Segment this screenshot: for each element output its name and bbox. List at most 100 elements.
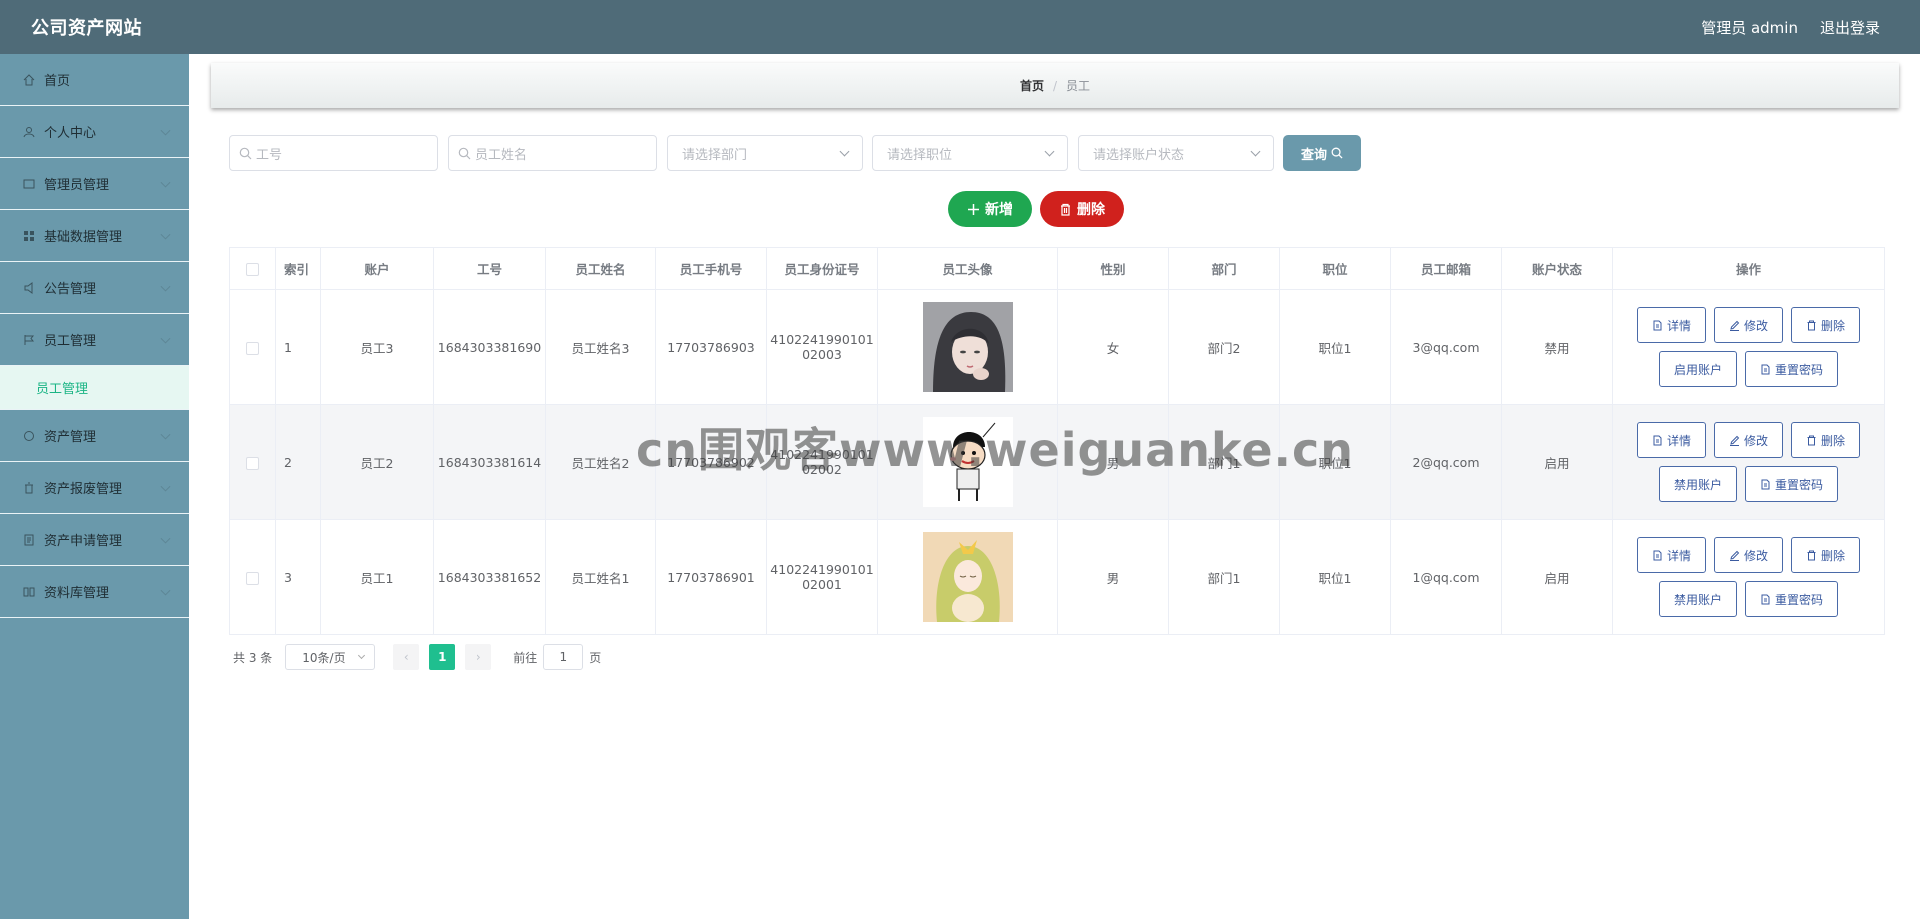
sidebar-item-asset-apply[interactable]: 资产申请管理 bbox=[0, 514, 189, 566]
sidebar-item-assets[interactable]: 资产管理 bbox=[0, 410, 189, 462]
logout-link[interactable]: 退出登录 bbox=[1820, 17, 1880, 38]
cell-account-status: 禁用 bbox=[1501, 289, 1613, 405]
cell-index: 2 bbox=[275, 404, 321, 520]
cell-gender: 男 bbox=[1057, 519, 1169, 635]
sidebar-item-profile[interactable]: 个人中心 bbox=[0, 106, 189, 158]
trash-icon bbox=[1807, 320, 1816, 330]
table-row: 3 员工1 1684303381652 员工姓名1 17703786901 41… bbox=[229, 519, 1885, 635]
sidebar-item-staff[interactable]: 员工管理 bbox=[0, 314, 189, 366]
cell-account-status: 启用 bbox=[1501, 404, 1613, 520]
page-size-select[interactable]: 10条/页 bbox=[285, 644, 376, 670]
edit-button[interactable]: 修改 bbox=[1713, 307, 1783, 343]
page-number-current[interactable]: 1 bbox=[429, 644, 456, 670]
toggle-account-button[interactable]: 禁用账户 bbox=[1658, 466, 1737, 502]
reset-password-button[interactable]: 重置密码 bbox=[1745, 581, 1839, 617]
cell-staff-name: 员工姓名3 bbox=[545, 289, 656, 405]
avatar[interactable] bbox=[922, 417, 1013, 507]
row-checkbox[interactable] bbox=[246, 571, 259, 585]
chevron-down-icon bbox=[160, 429, 171, 440]
add-label: 新增 bbox=[985, 202, 1013, 218]
sidebar-item-admin[interactable]: 管理员管理 bbox=[0, 158, 189, 210]
avatar[interactable] bbox=[922, 532, 1013, 622]
reset-password-label: 重置密码 bbox=[1775, 362, 1824, 377]
sidebar-item-library[interactable]: 资料库管理 bbox=[0, 566, 189, 618]
staff-icon bbox=[22, 333, 36, 347]
add-button[interactable]: 新增 bbox=[948, 191, 1032, 227]
staff-name-input[interactable]: 员工姓名 bbox=[448, 135, 657, 171]
sidebar-item-label: 基础数据管理 bbox=[44, 230, 123, 245]
prev-page-button[interactable]: ‹ bbox=[393, 644, 420, 670]
toggle-account-button[interactable]: 启用账户 bbox=[1658, 351, 1737, 387]
row-checkbox[interactable] bbox=[246, 456, 259, 470]
chevron-down-icon bbox=[160, 281, 171, 292]
library-icon bbox=[22, 585, 36, 599]
detail-button[interactable]: 详情 bbox=[1636, 422, 1706, 458]
delete-button[interactable]: 删除 bbox=[1791, 307, 1861, 343]
cell-department: 部门1 bbox=[1168, 519, 1280, 635]
column-header: 操作 bbox=[1612, 247, 1885, 290]
sidebar-item-basic-data[interactable]: 基础数据管理 bbox=[0, 210, 189, 262]
column-header: 性别 bbox=[1057, 247, 1169, 290]
department-select[interactable]: 请选择部门 bbox=[667, 135, 863, 171]
chevron-down-icon bbox=[160, 585, 171, 596]
reset-password-button[interactable]: 重置密码 bbox=[1745, 351, 1839, 387]
detail-label: 详情 bbox=[1666, 318, 1691, 333]
column-header: 工号 bbox=[433, 247, 546, 290]
toggle-account-label: 启用账户 bbox=[1673, 362, 1722, 377]
next-page-button[interactable]: › bbox=[465, 644, 492, 670]
sidebar: 首页 个人中心 管理员管理 基础数据管理 公告管理 员工管理 员工管理 资产管理… bbox=[0, 54, 189, 919]
edit-button[interactable]: 修改 bbox=[1713, 537, 1783, 573]
cell-id-number: 4102241990101 02002 bbox=[766, 404, 878, 520]
cell-email: 3@qq.com bbox=[1390, 289, 1502, 405]
detail-button[interactable]: 详情 bbox=[1636, 537, 1706, 573]
column-header: 部门 bbox=[1168, 247, 1280, 290]
position-placeholder: 请选择职位 bbox=[887, 147, 953, 163]
staff-table: 索引 账户 工号 员工姓名 员工手机号 员工身份证号 员工头像 性别 部门 职位… bbox=[229, 247, 1885, 635]
chevron-down-icon bbox=[358, 651, 366, 660]
row-checkbox[interactable] bbox=[246, 341, 259, 355]
breadcrumb-home[interactable]: 首页 bbox=[1020, 77, 1044, 94]
avatar[interactable] bbox=[922, 302, 1013, 392]
batch-delete-button[interactable]: 删除 bbox=[1040, 191, 1124, 227]
cell-gender: 男 bbox=[1057, 404, 1169, 520]
detail-button[interactable]: 详情 bbox=[1636, 307, 1706, 343]
document-icon bbox=[1761, 594, 1770, 604]
goto-page-input[interactable] bbox=[543, 644, 584, 670]
cell-department: 部门2 bbox=[1168, 289, 1280, 405]
sidebar-item-label: 首页 bbox=[44, 74, 71, 89]
cell-department: 部门1 bbox=[1168, 404, 1280, 520]
sidebar-item-notice[interactable]: 公告管理 bbox=[0, 262, 189, 314]
sidebar-item-asset-scrap[interactable]: 资产报废管理 bbox=[0, 462, 189, 514]
sidebar-item-label: 员工管理 bbox=[44, 334, 97, 349]
search-icon bbox=[1331, 147, 1343, 159]
document-icon bbox=[1653, 320, 1662, 330]
position-select[interactable]: 请选择职位 bbox=[872, 135, 1068, 171]
delete-button[interactable]: 删除 bbox=[1791, 422, 1861, 458]
sidebar-item-label: 资产报废管理 bbox=[44, 482, 123, 497]
sidebar-subitem-staff-management[interactable]: 员工管理 bbox=[0, 366, 189, 410]
sidebar-item-home[interactable]: 首页 bbox=[0, 54, 189, 106]
cell-staff-no: 1684303381652 bbox=[433, 519, 546, 635]
delete-label: 删除 bbox=[1821, 433, 1846, 448]
edit-button[interactable]: 修改 bbox=[1713, 422, 1783, 458]
chevron-down-icon bbox=[160, 177, 171, 188]
row-select-cell bbox=[229, 289, 276, 405]
table-row: 2 员工2 1684303381614 员工姓名2 17703786902 41… bbox=[229, 404, 1885, 520]
delete-button[interactable]: 删除 bbox=[1791, 537, 1861, 573]
chevron-down-icon bbox=[1250, 146, 1261, 157]
toggle-account-button[interactable]: 禁用账户 bbox=[1658, 581, 1737, 617]
account-status-select[interactable]: 请选择账户状态 bbox=[1078, 135, 1274, 171]
cell-position: 职位1 bbox=[1279, 289, 1391, 405]
edit-icon bbox=[1729, 435, 1740, 446]
column-header: 账户 bbox=[320, 247, 434, 290]
current-user[interactable]: 管理员 admin bbox=[1701, 17, 1798, 38]
search-icon bbox=[239, 147, 252, 160]
reset-password-button[interactable]: 重置密码 bbox=[1745, 466, 1839, 502]
query-button[interactable]: 查询 bbox=[1283, 135, 1361, 171]
document-icon bbox=[1761, 479, 1770, 489]
document-icon bbox=[1653, 550, 1662, 560]
staff-no-input[interactable]: 工号 bbox=[229, 135, 438, 171]
data-icon bbox=[22, 229, 36, 243]
cell-operations: 详情 修改 删除 禁用账户 重置密码 bbox=[1612, 519, 1885, 635]
select-all-checkbox[interactable] bbox=[246, 263, 259, 276]
